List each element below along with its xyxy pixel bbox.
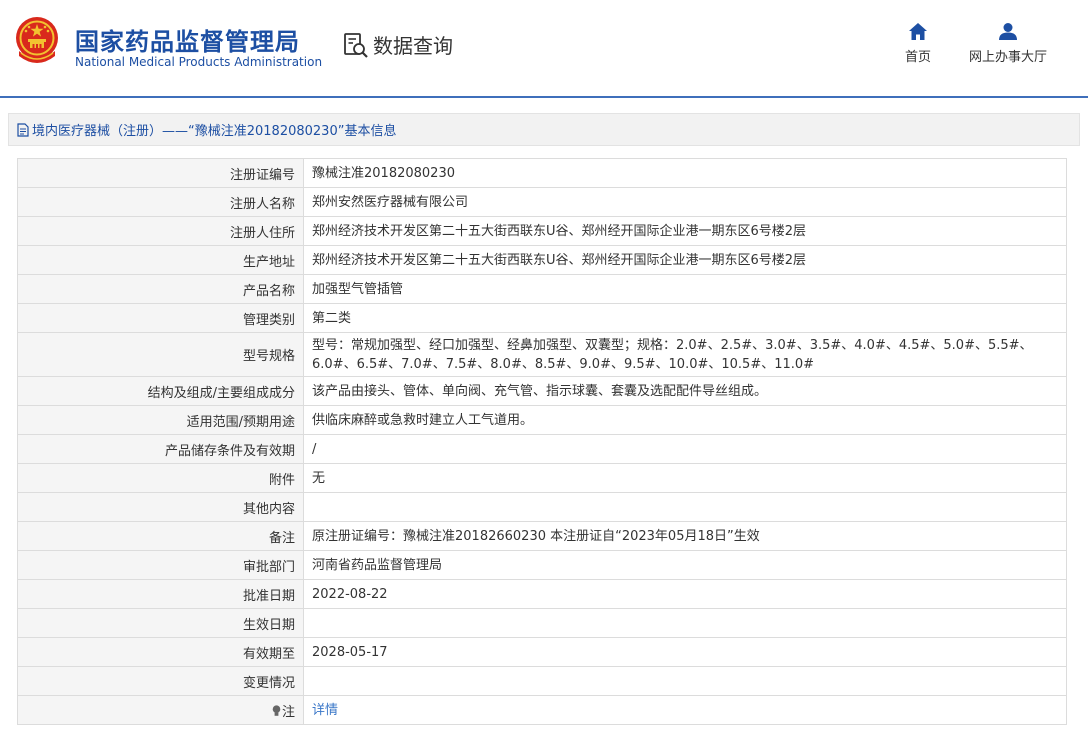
field-value: 郑州安然医疗器械有限公司 bbox=[303, 187, 1067, 217]
note-label-cell: 注 bbox=[17, 695, 304, 725]
field-value: 豫械注准20182080230 bbox=[303, 158, 1067, 188]
field-label: 其他内容 bbox=[17, 492, 304, 522]
field-value: 河南省药品监督管理局 bbox=[303, 550, 1067, 580]
table-row: 型号规格 型号：常规加强型、经口加强型、经鼻加强型、双囊型；规格：2.0#、2.5… bbox=[17, 332, 1067, 377]
field-label: 注册人住所 bbox=[17, 216, 304, 246]
lightbulb-icon bbox=[272, 704, 281, 716]
table-row: 其他内容 bbox=[17, 492, 1067, 522]
data-query-label: 数据查询 bbox=[373, 34, 453, 58]
nav-online-office-link[interactable]: 网上办事大厅 bbox=[966, 22, 1050, 65]
field-label: 注册人名称 bbox=[17, 187, 304, 217]
nav-online-office-label: 网上办事大厅 bbox=[968, 50, 1047, 65]
table-row: 适用范围/预期用途 供临床麻醉或急救时建立人工气道用。 bbox=[17, 405, 1067, 435]
field-label: 备注 bbox=[17, 521, 304, 551]
field-value: 郑州经济技术开发区第二十五大街西联东U谷、郑州经开国际企业港一期东区6号楼2层 bbox=[303, 216, 1067, 246]
table-row: 注册人名称 郑州安然医疗器械有限公司 bbox=[17, 187, 1067, 217]
field-value: 2028-05-17 bbox=[303, 637, 1067, 667]
field-label: 生产地址 bbox=[17, 245, 304, 275]
field-value bbox=[303, 666, 1067, 696]
field-label: 批准日期 bbox=[17, 579, 304, 609]
document-icon bbox=[17, 122, 29, 137]
field-value bbox=[303, 608, 1067, 638]
field-label: 产品储存条件及有效期 bbox=[17, 434, 304, 464]
data-query-title: 数据查询 bbox=[342, 30, 453, 59]
field-label: 型号规格 bbox=[17, 332, 304, 377]
header-divider bbox=[0, 96, 1088, 98]
table-row: 产品储存条件及有效期 / bbox=[17, 434, 1067, 464]
field-label: 有效期至 bbox=[17, 637, 304, 667]
table-row: 结构及组成/主要组成成分 该产品由接头、管体、单向阀、充气管、指示球囊、套囊及选配… bbox=[17, 376, 1067, 406]
field-value: 第二类 bbox=[303, 303, 1067, 333]
field-label: 注册证编号 bbox=[17, 158, 304, 188]
national-emblem-icon bbox=[16, 17, 58, 63]
table-row: 管理类别 第二类 bbox=[17, 303, 1067, 333]
field-label: 产品名称 bbox=[17, 274, 304, 304]
table-row: 备注 原注册证编号：豫械注准20182660230 本注册证自“2023年05月1… bbox=[17, 521, 1067, 551]
field-value: 该产品由接头、管体、单向阀、充气管、指示球囊、套囊及选配配件导丝组成。 bbox=[303, 376, 1067, 406]
table-row: 注 详情 bbox=[17, 695, 1067, 725]
field-label: 附件 bbox=[17, 463, 304, 493]
org-name-cn: 国家药品监督管理局 bbox=[75, 28, 300, 56]
field-label: 结构及组成/主要组成成分 bbox=[17, 376, 304, 406]
field-value bbox=[303, 492, 1067, 522]
table-row: 变更情况 bbox=[17, 666, 1067, 696]
table-row: 注册人住所 郑州经济技术开发区第二十五大街西联东U谷、郑州经开国际企业港一期东区6… bbox=[17, 216, 1067, 246]
table-row: 审批部门 河南省药品监督管理局 bbox=[17, 550, 1067, 580]
field-value: 原注册证编号：豫械注准20182660230 本注册证自“2023年05月18日… bbox=[303, 521, 1067, 551]
field-label: 适用范围/预期用途 bbox=[17, 405, 304, 435]
field-label: 注 bbox=[281, 704, 295, 720]
field-value: 供临床麻醉或急救时建立人工气道用。 bbox=[303, 405, 1067, 435]
field-label: 变更情况 bbox=[17, 666, 304, 696]
home-icon bbox=[909, 23, 927, 40]
table-row: 注册证编号 豫械注准20182080230 bbox=[17, 158, 1067, 188]
table-row: 有效期至 2028-05-17 bbox=[17, 637, 1067, 667]
field-value: / bbox=[303, 434, 1067, 464]
table-row: 生产地址 郑州经济技术开发区第二十五大街西联东U谷、郑州经开国际企业港一期东区6号… bbox=[17, 245, 1067, 275]
field-label: 审批部门 bbox=[17, 550, 304, 580]
note-value-cell: 详情 bbox=[303, 695, 1067, 725]
data-query-icon bbox=[344, 32, 368, 58]
user-icon bbox=[999, 23, 1017, 40]
details-link[interactable]: 详情 bbox=[312, 703, 338, 718]
table-row: 产品名称 加强型气管插管 bbox=[17, 274, 1067, 304]
table-row: 批准日期 2022-08-22 bbox=[17, 579, 1067, 609]
breadcrumb: 境内医疗器械（注册）——“豫械注准20182080230”基本信息 bbox=[8, 113, 1080, 146]
field-value: 加强型气管插管 bbox=[303, 274, 1067, 304]
field-label: 生效日期 bbox=[17, 608, 304, 638]
registration-info-table: 注册证编号 豫械注准20182080230 注册人名称 郑州安然医疗器械有限公司 注… bbox=[17, 158, 1067, 725]
org-name-en: National Medical Products Administration bbox=[75, 55, 323, 69]
field-value: 型号：常规加强型、经口加强型、经鼻加强型、双囊型；规格：2.0#、2.5#、3.… bbox=[303, 332, 1067, 377]
table-row: 生效日期 bbox=[17, 608, 1067, 638]
table-row: 附件无 bbox=[17, 463, 1067, 493]
field-value: 无 bbox=[303, 463, 1067, 493]
field-value: 郑州经济技术开发区第二十五大街西联东U谷、郑州经开国际企业港一期东区6号楼2层 bbox=[303, 245, 1067, 275]
nav-home-label: 首页 bbox=[904, 50, 931, 65]
breadcrumb-text: 境内医疗器械（注册）——“豫械注准20182080230”基本信息 bbox=[32, 124, 397, 139]
nav-home-link[interactable]: 首页 bbox=[898, 22, 938, 65]
field-label: 管理类别 bbox=[17, 303, 304, 333]
site-header: 国家药品监督管理局 National Medical Products Admi… bbox=[0, 0, 1088, 96]
field-value: 2022-08-22 bbox=[303, 579, 1067, 609]
